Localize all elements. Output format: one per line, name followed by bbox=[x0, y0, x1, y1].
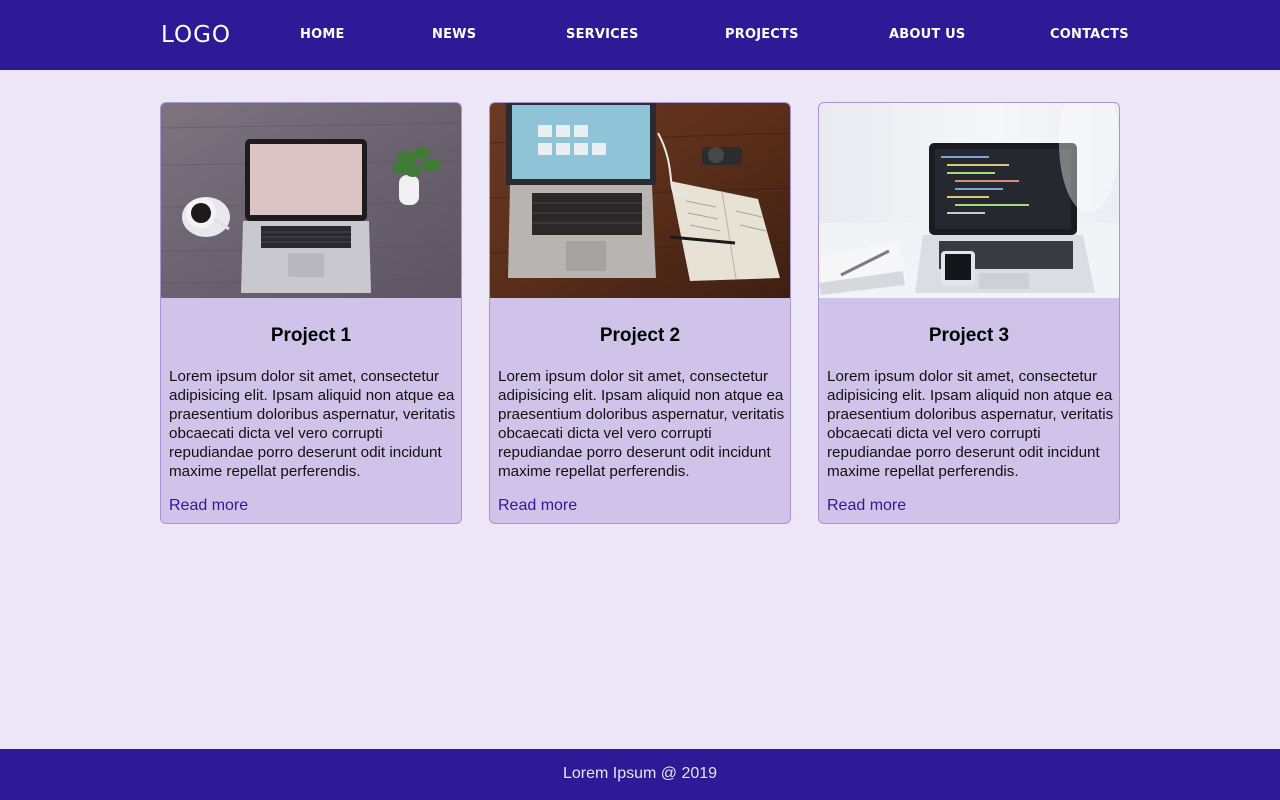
project-card: Project 1 Lorem ipsum dolor sit amet, co… bbox=[160, 102, 462, 524]
project-card: Project 2 Lorem ipsum dolor sit amet, co… bbox=[489, 102, 791, 524]
card-description: Lorem ipsum dolor sit amet, consectetur … bbox=[169, 368, 456, 480]
nav-item-news[interactable]: NEWS bbox=[432, 27, 476, 43]
laptop-code-photo bbox=[819, 103, 1119, 298]
card-title: Project 2 bbox=[599, 325, 681, 346]
read-more-link[interactable]: Read more bbox=[169, 496, 248, 515]
logo[interactable]: LOGO bbox=[161, 21, 231, 49]
card-description: Lorem ipsum dolor sit amet, consectetur … bbox=[498, 368, 785, 480]
copyright-text: Lorem Ipsum @ 2019 bbox=[562, 765, 718, 782]
laptop-coffee-photo bbox=[161, 103, 461, 298]
nav-item-services[interactable]: SERVICES bbox=[566, 27, 639, 43]
site-header: LOGO HOME NEWS SERVICES PROJECTS ABOUT U… bbox=[0, 0, 1280, 70]
card-title: Project 1 bbox=[270, 325, 352, 346]
card-title: Project 3 bbox=[928, 325, 1010, 346]
project-card: Project 3 Lorem ipsum dolor sit amet, co… bbox=[818, 102, 1120, 524]
laptop-notebook-photo bbox=[490, 103, 790, 298]
nav-item-about-us[interactable]: ABOUT US bbox=[889, 27, 966, 43]
nav-item-contacts[interactable]: CONTACTS bbox=[1050, 27, 1129, 43]
site-footer: Lorem Ipsum @ 2019 bbox=[0, 749, 1280, 800]
nav-item-projects[interactable]: PROJECTS bbox=[725, 27, 799, 43]
read-more-link[interactable]: Read more bbox=[827, 496, 906, 515]
card-description: Lorem ipsum dolor sit amet, consectetur … bbox=[827, 368, 1114, 480]
nav-item-home[interactable]: HOME bbox=[300, 27, 345, 43]
read-more-link[interactable]: Read more bbox=[498, 496, 577, 515]
